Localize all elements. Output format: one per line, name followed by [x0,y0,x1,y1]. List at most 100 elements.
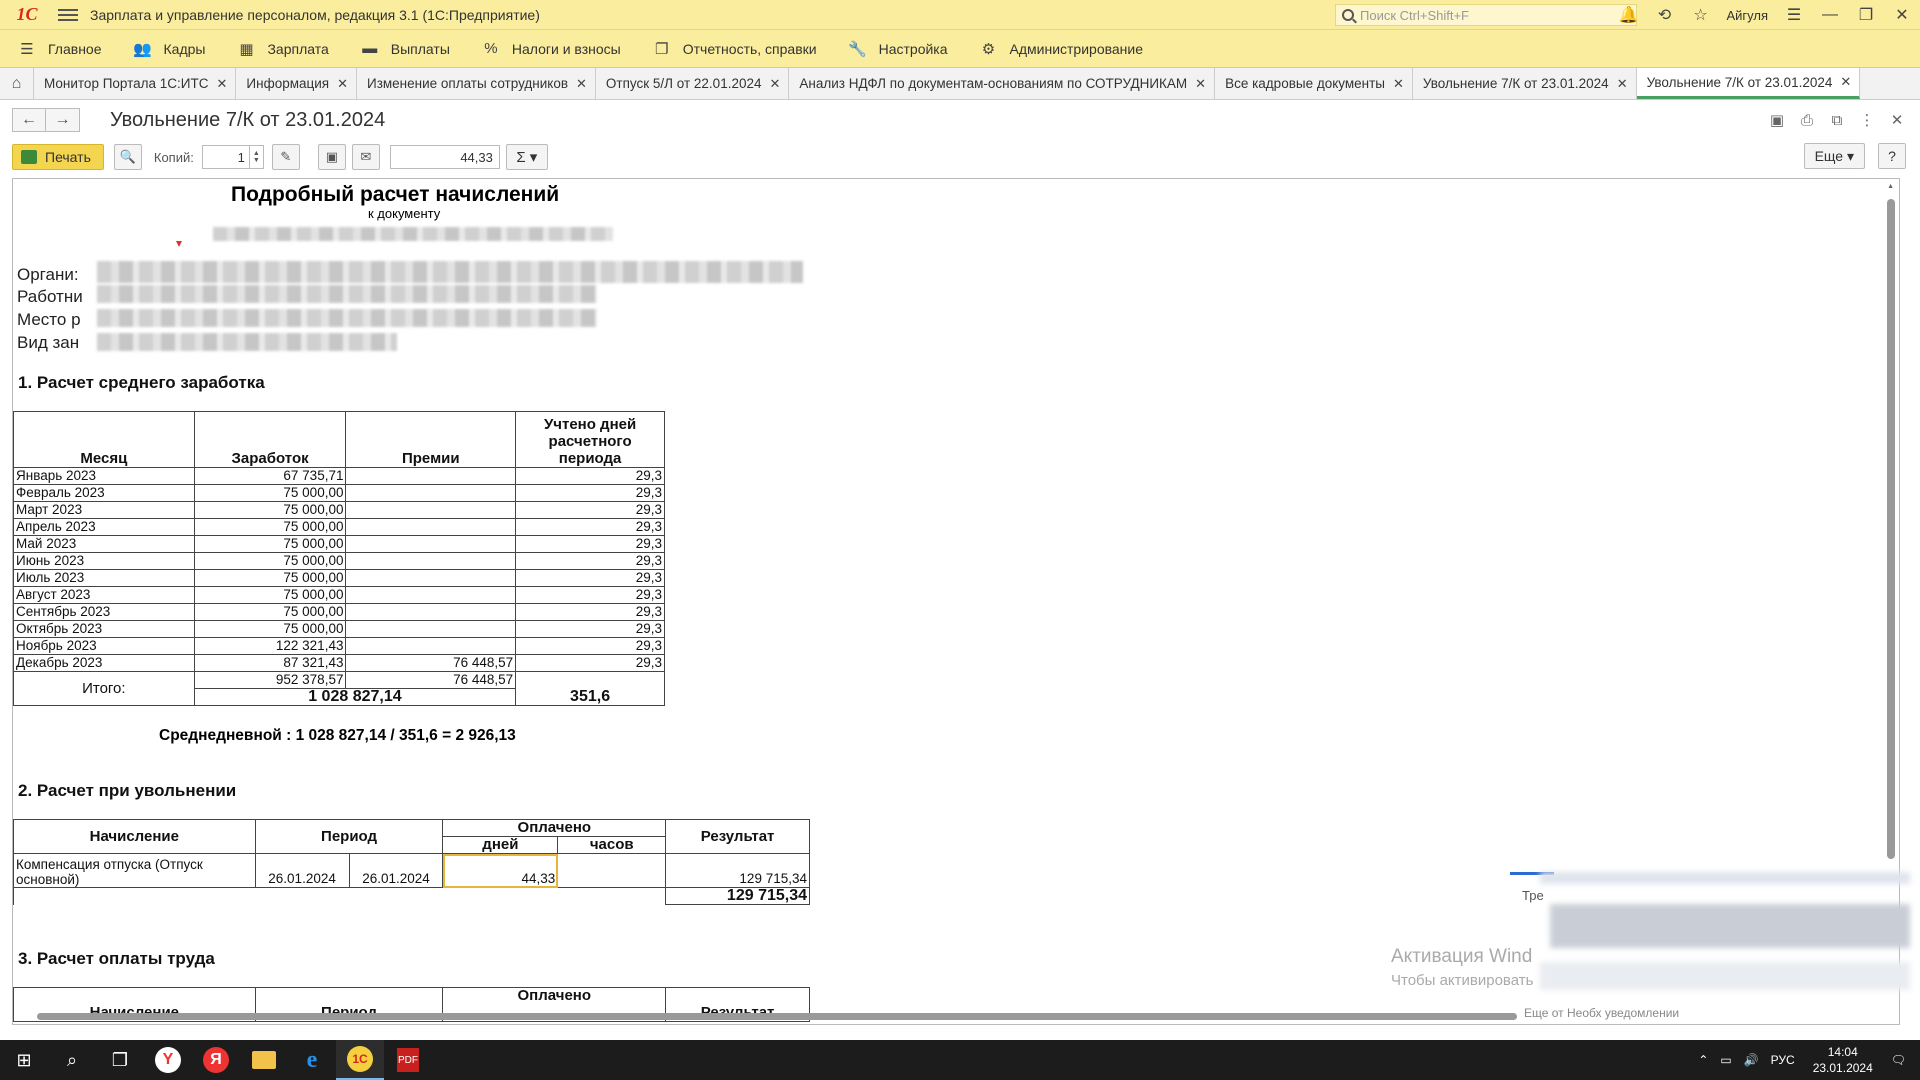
star-icon[interactable]: ☆ [1682,0,1718,30]
save-button[interactable]: ▣ [317,144,346,170]
close-tab-icon[interactable]: ✕ [1840,74,1851,90]
current-user[interactable]: Айгуля [1726,8,1768,23]
period-from[interactable]: 26.01.2024 [254,853,350,888]
subtotal-bonuses[interactable]: 76 448,57 [345,671,517,689]
month-cell[interactable]: Февраль 2023 [13,484,195,502]
paid-hours-cell[interactable] [557,853,667,888]
close-tab-icon[interactable]: ✕ [1195,76,1206,92]
minimize-icon[interactable]: — [1812,0,1848,30]
main-menu-icon[interactable] [58,8,78,21]
days-cell[interactable]: 29,3 [515,552,665,570]
1c-app-icon[interactable]: 1С [336,1040,384,1080]
settings-menu-icon[interactable]: ☰ [1776,0,1812,30]
tab-ndfl-analysis[interactable]: Анализ НДФЛ по документам-основаниям по … [789,68,1216,99]
bonus-cell[interactable] [345,603,517,621]
menu-item-payments[interactable]: ▬ Выплаты [343,30,464,68]
search-input[interactable]: Поиск Ctrl+Shift+F [1335,4,1637,26]
bell-icon[interactable]: 🔔 [1610,0,1646,30]
help-button[interactable]: ? [1878,143,1906,169]
earnings-cell[interactable]: 75 000,00 [193,518,347,536]
more-button[interactable]: Еще ▾ [1803,143,1865,169]
days-cell[interactable]: 29,3 [515,569,665,587]
scroll-up-icon[interactable]: ▲ [1887,183,1894,190]
total-earnings[interactable]: 1 028 827,14 [193,688,517,706]
more-vertical-icon[interactable]: ⋮ [1854,108,1880,132]
earnings-cell[interactable]: 75 000,00 [193,484,347,502]
earnings-cell[interactable]: 75 000,00 [193,569,347,587]
back-arrow-icon[interactable]: ← [12,108,46,132]
yandex-icon[interactable]: Я [192,1040,240,1080]
task-view-icon[interactable]: ❐ [96,1040,144,1080]
sum-field[interactable]: 44,33 [389,145,500,169]
dismissal-total[interactable]: 129 715,34 [665,887,810,905]
menu-item-main[interactable]: ☰ Главное [0,30,116,68]
chevron-up-icon[interactable]: ⌃ [1698,1053,1708,1067]
earnings-cell[interactable]: 75 000,00 [193,620,347,638]
copies-stepper[interactable]: ▲ ▼ [249,145,264,169]
bonus-cell[interactable] [345,637,517,655]
preview-icon[interactable]: ⧉ [1824,108,1850,132]
month-cell[interactable]: Август 2023 [13,586,195,604]
yandex-browser-icon[interactable]: Y [144,1040,192,1080]
tab-portal-monitor[interactable]: Монитор Портала 1С:ИТС ✕ [34,68,237,99]
search-icon[interactable]: ⌕ [48,1040,96,1080]
print-icon[interactable]: ⎙ [1794,108,1820,132]
print-button[interactable]: Печать [12,144,104,170]
paid-days-cell[interactable]: 44,33 [442,853,559,888]
tab-pay-change[interactable]: Изменение оплаты сотрудников ✕ [357,68,596,99]
month-cell[interactable]: Июнь 2023 [13,552,195,570]
tab-vacation[interactable]: Отпуск 5/Л от 22.01.2024 ✕ [596,68,790,99]
pdf-reader-icon[interactable]: PDF [384,1040,432,1080]
sum-mode-button[interactable]: Σ ▾ [505,144,548,170]
internet-explorer-icon[interactable]: e [288,1040,336,1080]
tab-dismissal-active[interactable]: Увольнение 7/К от 23.01.2024 ✕ [1636,68,1861,99]
close-tab-icon[interactable]: ✕ [576,76,587,92]
bonus-cell[interactable] [345,484,517,502]
close-icon[interactable]: ✕ [1884,108,1910,132]
earnings-cell[interactable]: 75 000,00 [193,552,347,570]
month-cell[interactable]: Апрель 2023 [13,518,195,536]
month-cell[interactable]: Сентябрь 2023 [13,603,195,621]
maximize-icon[interactable]: ❐ [1848,0,1884,30]
network-icon[interactable]: ▭ [1720,1053,1731,1067]
period-to[interactable]: 26.01.2024 [348,853,444,888]
bonus-cell[interactable] [345,467,517,485]
bonus-cell[interactable] [345,569,517,587]
notifications-icon[interactable]: 🗨 [1891,1053,1906,1067]
tab-dismissal-1[interactable]: Увольнение 7/К от 23.01.2024 ✕ [1413,68,1637,99]
file-explorer-icon[interactable] [240,1040,288,1080]
edit-mode-button[interactable]: ✎ [271,144,300,170]
days-cell[interactable]: 29,3 [515,518,665,536]
close-icon[interactable]: ✕ [1884,0,1920,30]
days-cell[interactable]: 29,3 [515,535,665,553]
tab-info[interactable]: Информация ✕ [236,68,357,99]
vertical-scrollbar[interactable] [1887,199,1895,859]
clock[interactable]: 14:04 23.01.2024 [1813,1044,1873,1076]
menu-item-settings[interactable]: 🔧 Настройка [831,30,962,68]
bonus-cell[interactable] [345,535,517,553]
days-cell[interactable]: 29,3 [515,586,665,604]
earnings-cell[interactable]: 75 000,00 [193,535,347,553]
menu-item-taxes[interactable]: % Налоги и взносы [464,30,635,68]
earnings-cell[interactable]: 75 000,00 [193,603,347,621]
earnings-cell[interactable]: 87 321,43 [193,654,347,672]
bonus-cell[interactable] [345,620,517,638]
email-button[interactable]: ✉ [351,144,380,170]
subtotal-earnings[interactable]: 952 378,57 [193,671,347,689]
close-tab-icon[interactable]: ✕ [217,76,228,92]
month-cell[interactable]: Декабрь 2023 [13,654,195,672]
menu-item-admin[interactable]: ⚙ Администрирование [962,30,1158,68]
accrual-name[interactable]: Компенсация отпуска (Отпуск основной) [13,853,256,888]
days-cell[interactable]: 29,3 [515,654,665,672]
history-icon[interactable]: ⟲ [1646,0,1682,30]
days-cell[interactable]: 29,3 [515,501,665,519]
save-icon[interactable]: ▣ [1764,108,1790,132]
days-cell[interactable]: 29,3 [515,637,665,655]
days-cell[interactable]: 29,3 [515,620,665,638]
close-tab-icon[interactable]: ✕ [770,76,781,92]
bonus-cell[interactable] [345,552,517,570]
result-cell[interactable]: 129 715,34 [665,853,810,888]
close-tab-icon[interactable]: ✕ [1393,76,1404,92]
preview-button[interactable]: 🔍 [113,144,142,170]
menu-item-hr[interactable]: 👥 Кадры [116,30,220,68]
